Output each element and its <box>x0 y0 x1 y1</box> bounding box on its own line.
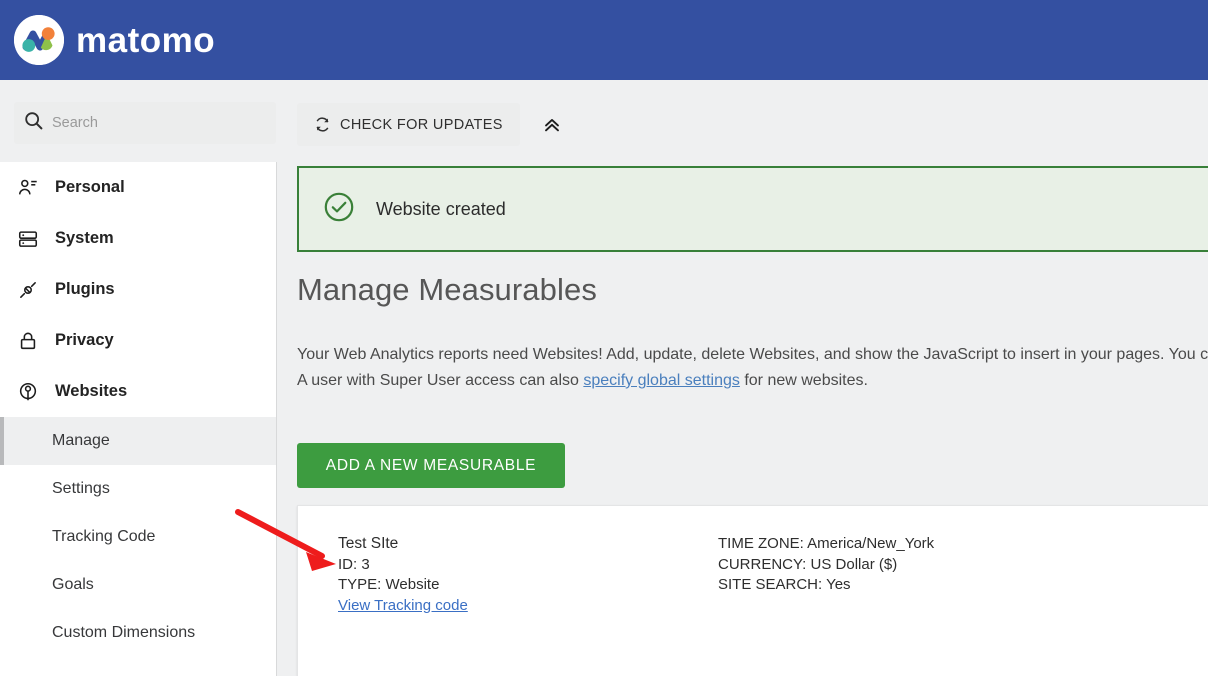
sidebar-item-plugins[interactable]: Plugins <box>0 264 276 315</box>
sidebar-subitem-label: Tracking Code <box>52 528 156 545</box>
sidebar-item-label: Personal <box>55 178 125 196</box>
description-line-1: Your Web Analytics reports need Websites… <box>297 346 1208 363</box>
person-icon <box>16 176 40 200</box>
site-type: TYPE: Website <box>338 576 440 593</box>
sidebar-subitem-tracking-code[interactable]: Tracking Code <box>0 513 276 561</box>
search-box[interactable] <box>14 102 276 144</box>
sidebar-subitem-label: Settings <box>52 480 110 497</box>
site-card: Test SIte ID: 3 TYPE: Website View Track… <box>297 505 1208 676</box>
sidebar-item-system[interactable]: System <box>0 213 276 264</box>
matomo-logo-icon <box>14 15 64 65</box>
sidebar-nav: Personal System Plugins Privacy Websites… <box>0 162 277 676</box>
lock-icon <box>16 329 40 353</box>
brand-logo[interactable]: matomo <box>14 15 215 65</box>
main-content: CHECK FOR UPDATES Website created Manage… <box>277 80 1208 676</box>
refresh-icon <box>314 116 331 133</box>
sidebar-subitem-goals[interactable]: Goals <box>0 561 276 609</box>
sidebar-subitem-manage[interactable]: Manage <box>0 417 276 465</box>
sidebar-item-privacy[interactable]: Privacy <box>0 315 276 366</box>
sidebar-item-label: Privacy <box>55 331 114 349</box>
description-line-2-suffix: for new websites. <box>739 372 868 389</box>
site-card-right-column: TIME ZONE: America/New_York CURRENCY: US… <box>718 534 934 596</box>
double-chevron-up-icon[interactable] <box>538 111 566 139</box>
sidebar-subitem-label: Custom Dimensions <box>52 624 196 641</box>
description-line-2-prefix: A user with Super User access can also <box>297 372 584 389</box>
site-id: ID: 3 <box>338 555 370 573</box>
content-toolbar: CHECK FOR UPDATES <box>297 103 566 146</box>
page-description: Your Web Analytics reports need Websites… <box>297 342 1208 394</box>
global-settings-link[interactable]: specify global settings <box>583 372 740 389</box>
sidebar-item-label: Plugins <box>55 280 115 298</box>
site-card-left-column: Test SIte ID: 3 TYPE: Website View Track… <box>338 534 468 616</box>
sidebar-subitem-label: Goals <box>52 576 94 593</box>
search-input[interactable] <box>52 115 252 131</box>
search-icon <box>24 111 43 135</box>
site-name: Test SIte <box>338 535 399 552</box>
server-icon <box>16 227 40 251</box>
sidebar-item-websites[interactable]: Websites <box>0 366 276 417</box>
page-title: Manage Measurables <box>297 272 597 307</box>
view-tracking-code-link[interactable]: View Tracking code <box>338 597 468 614</box>
success-notification: Website created <box>297 166 1208 252</box>
site-time-zone: TIME ZONE: America/New_York <box>718 535 935 552</box>
sidebar-subitem-custom-dimensions[interactable]: Custom Dimensions <box>0 609 276 657</box>
notification-message: Website created <box>376 198 506 219</box>
search-zone <box>0 80 289 162</box>
globe-icon <box>16 380 40 404</box>
sidebar-subitem-label: Manage <box>52 432 110 449</box>
check-for-updates-label: CHECK FOR UPDATES <box>340 116 503 133</box>
site-currency: CURRENCY: US Dollar ($) <box>718 555 898 573</box>
sidebar-item-personal[interactable]: Personal <box>0 162 276 213</box>
check-for-updates-button[interactable]: CHECK FOR UPDATES <box>297 103 520 146</box>
sidebar-subitem-settings[interactable]: Settings <box>0 465 276 513</box>
site-search: SITE SEARCH: Yes <box>718 576 851 593</box>
plug-icon <box>16 278 40 302</box>
check-circle-icon <box>323 191 355 228</box>
sidebar-item-label: Websites <box>55 382 128 400</box>
brand-name: matomo <box>76 20 216 60</box>
sidebar-item-label: System <box>55 229 114 247</box>
app-header: matomo <box>0 0 1208 80</box>
add-new-measurable-button[interactable]: ADD A NEW MEASURABLE <box>297 443 565 488</box>
